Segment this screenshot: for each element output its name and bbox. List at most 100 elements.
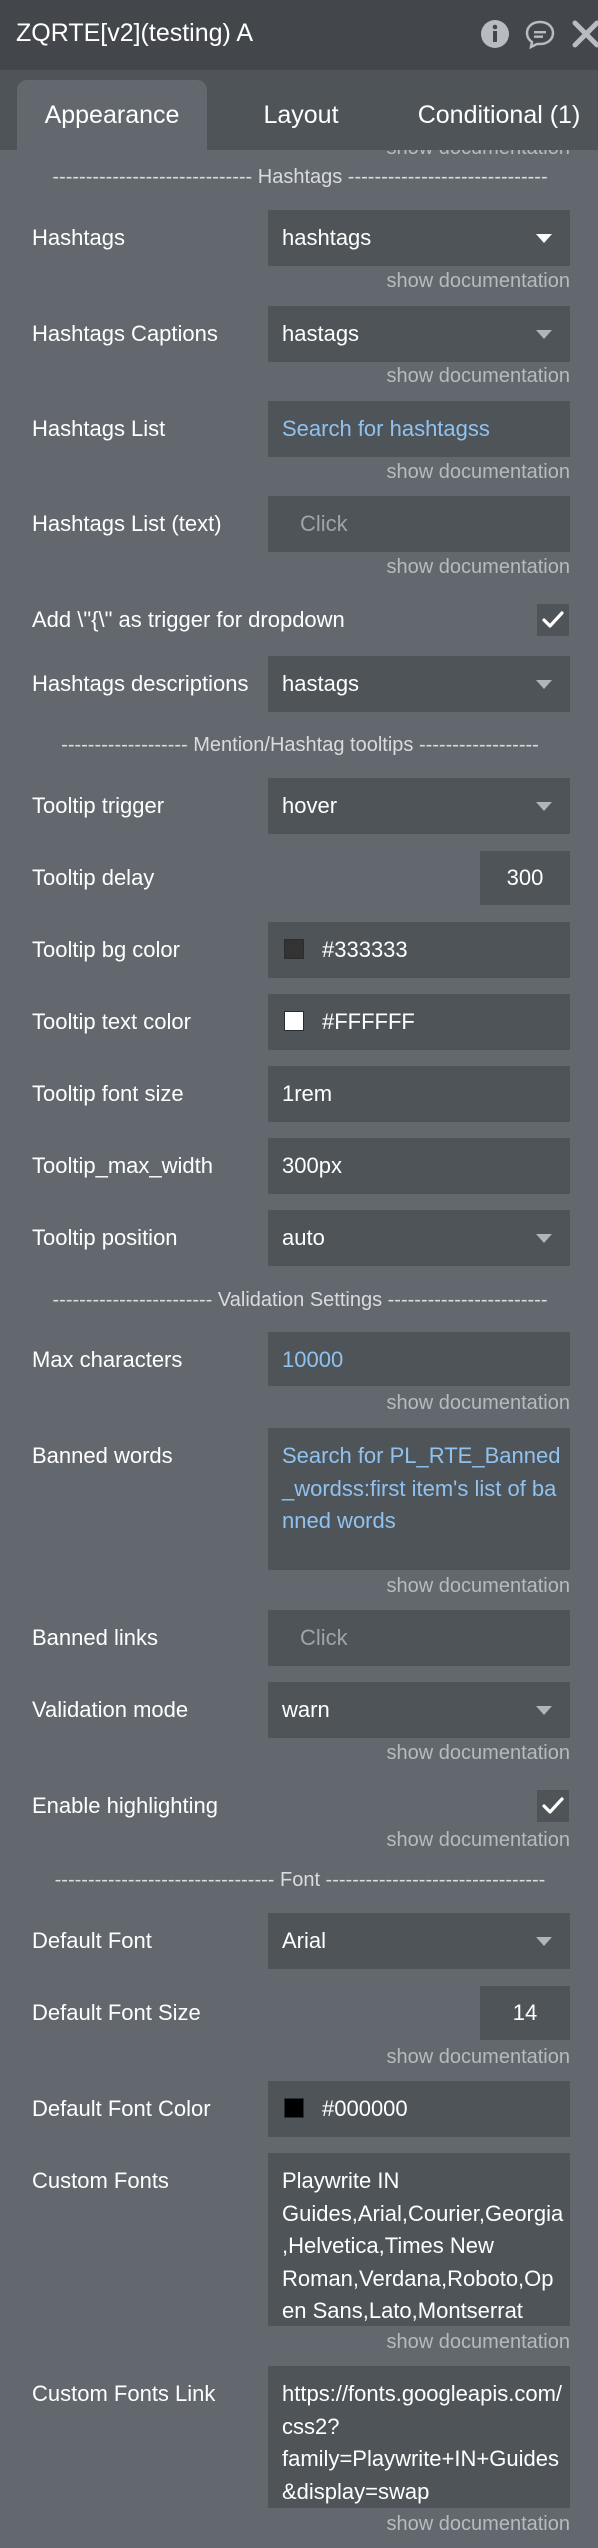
tooltip-position-value: auto bbox=[282, 1225, 325, 1250]
enable-highlighting-label: Enable highlighting bbox=[32, 1793, 218, 1818]
tooltip-bg-color-picker[interactable]: #333333 bbox=[268, 922, 570, 978]
trigger-dropdown-label: Add \"{\" as trigger for dropdown bbox=[32, 607, 345, 632]
show-documentation-link[interactable]: show documentation bbox=[387, 1828, 570, 1852]
chat-bubble-icon[interactable] bbox=[524, 18, 556, 50]
default-font-label: Default Font bbox=[32, 1928, 152, 1953]
show-documentation-link[interactable]: show documentation bbox=[387, 555, 570, 579]
tooltip-text-color-label: Tooltip text color bbox=[32, 1009, 191, 1034]
tooltip-font-size-input[interactable]: 1rem bbox=[268, 1066, 570, 1122]
banned-links-field[interactable]: Click bbox=[268, 1610, 570, 1666]
show-documentation-link[interactable]: show documentation bbox=[387, 269, 570, 293]
section-divider-tooltips: ------------------- Mention/Hashtag tool… bbox=[61, 734, 539, 756]
section-divider-validation: ------------------------ Validation Sett… bbox=[52, 1289, 548, 1311]
property-panel: show documentation ---------------------… bbox=[0, 150, 598, 2548]
hashtags-value: hashtags bbox=[282, 225, 372, 250]
default-font-color-picker[interactable]: #000000 bbox=[268, 2081, 570, 2137]
default-font-dropdown[interactable]: Arial bbox=[268, 1913, 570, 1969]
default-font-color-value: #000000 bbox=[322, 2096, 408, 2121]
max-characters-input[interactable]: 10000 bbox=[268, 1332, 570, 1386]
max-characters-value: 10000 bbox=[282, 1347, 344, 1372]
validation-mode-label: Validation mode bbox=[32, 1697, 189, 1722]
tab-appearance[interactable]: Appearance bbox=[17, 80, 207, 150]
validation-mode-value: warn bbox=[282, 1697, 330, 1722]
hashtags-descriptions-dropdown[interactable]: hastags bbox=[268, 656, 570, 712]
section-divider-font: --------------------------------- Font -… bbox=[54, 1869, 546, 1891]
default-font-color-label: Default Font Color bbox=[32, 2096, 211, 2121]
hashtags-label: Hashtags bbox=[32, 225, 125, 250]
tooltip-position-label: Tooltip position bbox=[32, 1225, 178, 1250]
hashtags-list-text-field[interactable]: Click bbox=[268, 496, 570, 552]
hashtags-list-value: Search for hashtagss bbox=[282, 416, 490, 441]
show-documentation-link[interactable]: show documentation bbox=[387, 1574, 570, 1598]
section-divider-hashtags: ------------------------------ Hashtags … bbox=[52, 166, 548, 188]
tooltip-bg-color-value: #333333 bbox=[322, 937, 408, 962]
show-documentation-link[interactable]: show documentation bbox=[387, 150, 570, 160]
default-font-size-label: Default Font Size bbox=[32, 2000, 201, 2025]
banned-links-label: Banned links bbox=[32, 1625, 158, 1650]
validation-mode-dropdown[interactable]: warn bbox=[268, 1682, 570, 1738]
custom-fonts-link-value: https://fonts.googleapis.com/css2?family… bbox=[282, 2381, 563, 2504]
hashtags-dropdown[interactable]: hashtags bbox=[268, 210, 570, 266]
tooltip-trigger-dropdown[interactable]: hover bbox=[268, 778, 570, 834]
color-swatch[interactable] bbox=[284, 2098, 304, 2118]
tooltip-bg-color-label: Tooltip bg color bbox=[32, 937, 180, 962]
tooltip-delay-input[interactable]: 300 bbox=[480, 851, 570, 905]
chevron-down-icon bbox=[536, 330, 552, 339]
window-titlebar: ZQRTE[v2](testing) A bbox=[0, 0, 598, 70]
max-characters-label: Max characters bbox=[32, 1347, 183, 1372]
banned-links-placeholder: Click bbox=[300, 1625, 348, 1650]
tooltip-position-dropdown[interactable]: auto bbox=[268, 1210, 570, 1266]
checkmark-icon bbox=[542, 1797, 564, 1814]
checkmark-icon bbox=[542, 611, 564, 628]
tooltip-max-width-label: Tooltip_max_width bbox=[32, 1153, 213, 1178]
custom-fonts-value: Playwrite IN Guides,Arial,Courier,Georgi… bbox=[282, 2168, 564, 2323]
chevron-down-icon bbox=[536, 1706, 552, 1715]
tooltip-max-width-value: 300px bbox=[282, 1153, 342, 1178]
default-font-size-input[interactable]: 14 bbox=[480, 1986, 570, 2040]
chevron-down-icon bbox=[536, 234, 552, 243]
custom-fonts-link-label: Custom Fonts Link bbox=[32, 2381, 216, 2406]
chevron-down-icon bbox=[536, 680, 552, 689]
hashtags-list-label: Hashtags List bbox=[32, 416, 166, 441]
enable-highlighting-checkbox[interactable] bbox=[537, 1790, 569, 1822]
tooltip-text-color-picker[interactable]: #FFFFFF bbox=[268, 994, 570, 1050]
trigger-dropdown-checkbox[interactable] bbox=[537, 604, 569, 636]
hashtags-list-text-placeholder: Click bbox=[300, 511, 348, 536]
hashtags-descriptions-value: hastags bbox=[282, 671, 360, 696]
color-swatch[interactable] bbox=[284, 939, 304, 959]
close-icon[interactable] bbox=[570, 18, 598, 50]
tab-bar: Appearance Layout Conditional (1) bbox=[0, 70, 598, 150]
show-documentation-link[interactable]: show documentation bbox=[387, 1741, 570, 1765]
hashtags-captions-value: hastags bbox=[282, 321, 360, 346]
tooltip-max-width-input[interactable]: 300px bbox=[268, 1138, 570, 1194]
banned-words-label: Banned words bbox=[32, 1443, 173, 1468]
tooltip-text-color-value: #FFFFFF bbox=[322, 1009, 415, 1034]
hashtags-captions-dropdown[interactable]: hastags bbox=[268, 306, 570, 362]
custom-fonts-label: Custom Fonts bbox=[32, 2168, 169, 2193]
tooltip-trigger-value: hover bbox=[282, 793, 338, 818]
tooltip-font-size-label: Tooltip font size bbox=[32, 1081, 184, 1106]
show-documentation-link[interactable]: show documentation bbox=[387, 2330, 570, 2354]
hashtags-descriptions-label: Hashtags descriptions bbox=[32, 671, 249, 696]
show-documentation-link[interactable]: show documentation bbox=[387, 460, 570, 484]
tooltip-font-size-value: 1rem bbox=[282, 1081, 333, 1106]
banned-words-field[interactable]: Search for PL_RTE_Banned_wordss:first it… bbox=[268, 1428, 570, 1570]
tooltip-trigger-label: Tooltip trigger bbox=[32, 793, 165, 818]
tab-layout[interactable]: Layout bbox=[230, 80, 372, 150]
hashtags-list-field[interactable]: Search for hashtagss bbox=[268, 401, 570, 457]
custom-fonts-link-field[interactable]: https://fonts.googleapis.com/css2?family… bbox=[268, 2366, 570, 2508]
banned-words-value: Search for PL_RTE_Banned_wordss:first it… bbox=[282, 1443, 561, 1533]
chevron-down-icon bbox=[536, 1937, 552, 1946]
custom-fonts-field[interactable]: Playwrite IN Guides,Arial,Courier,Georgi… bbox=[268, 2153, 570, 2326]
show-documentation-link[interactable]: show documentation bbox=[387, 1391, 570, 1415]
default-font-value: Arial bbox=[282, 1928, 327, 1953]
window-title: ZQRTE[v2](testing) A bbox=[16, 19, 254, 47]
info-icon[interactable] bbox=[479, 18, 511, 50]
show-documentation-link[interactable]: show documentation bbox=[387, 2512, 570, 2536]
chevron-down-icon bbox=[536, 802, 552, 811]
chevron-down-icon bbox=[536, 1234, 552, 1243]
tab-conditional[interactable]: Conditional (1) bbox=[400, 80, 598, 150]
color-swatch[interactable] bbox=[284, 1011, 304, 1031]
show-documentation-link[interactable]: show documentation bbox=[387, 2045, 570, 2069]
show-documentation-link[interactable]: show documentation bbox=[387, 364, 570, 388]
